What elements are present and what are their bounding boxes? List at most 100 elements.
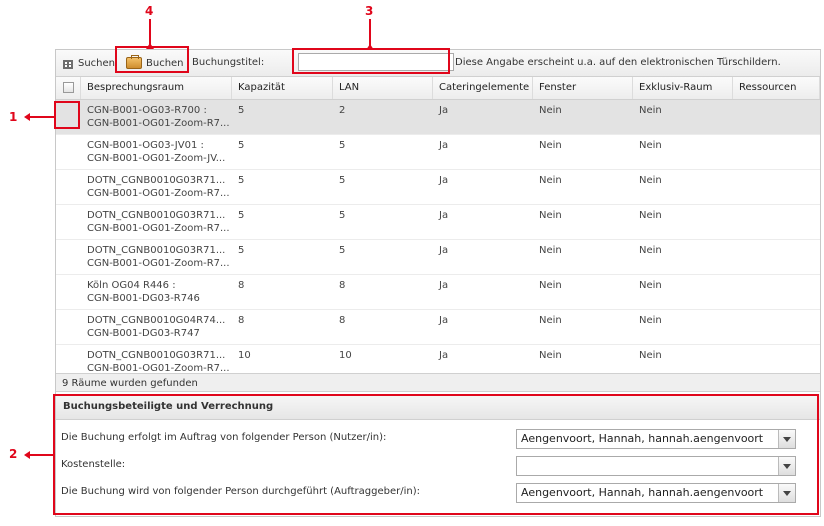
lan-cell: 5 [339,175,346,186]
booking-title-note: Diese Angabe erscheint u.a. auf den elek… [455,57,781,68]
annotation-arrow-2 [24,451,30,459]
annotation-line-2 [26,454,53,456]
window-cell: Nein [539,140,562,151]
column-header-catering[interactable]: Cateringelemente [433,77,533,99]
annotation-number-3: 3 [365,4,374,18]
lan-cell: 5 [339,210,346,221]
annotation-arrow-1 [24,113,30,121]
table-row[interactable]: Köln OG04 R446 : CGN-B001-DG03-R746 8 8 Ja Ne… [56,275,820,310]
room-name-line-1: DOTN_CGNB0010G03R71... [87,350,226,361]
catering-cell: Ja [439,105,449,116]
table-row[interactable]: ✓CGN-B001-OG03-R700 :CGN-B001-OG01-Zoom-… [56,100,820,135]
table-row[interactable]: DOTN_CGNB0010G03R71... CGN-B001-OG01-Zoom… [56,170,820,205]
lan-cell: 5 [339,140,346,151]
header-select-all-cell [56,77,81,99]
annotation-box-1 [54,101,80,129]
room-name-line-2: CGN-B001-OG01-Zoom-JV... [87,153,226,164]
room-name-line-2: CGN-B001-OG01-Zoom-R7... [87,223,230,234]
room-name-cell: CGN-B001-OG03-R700 : CGN-B001-OG01-Zoom-R… [81,104,232,130]
lan-cell: 8 [339,280,346,291]
capacity-cell: 5 [238,175,245,186]
column-header-lan[interactable]: LAN [333,77,433,99]
select-all-checkbox[interactable] [63,82,74,93]
window-cell: Nein [539,210,562,221]
catering-cell: Ja [439,245,449,256]
catering-cell: Ja [439,175,449,186]
room-name-line-1: CGN-B001-OG03-JV01 : [87,140,204,151]
room-name-line-2: CGN-B001-OG01-Zoom-R7... [87,118,230,129]
building-icon [62,58,74,69]
column-header-room[interactable]: Besprechungsraum [81,77,232,99]
annotation-number-1: 1 [9,110,18,124]
capacity-cell: 5 [238,140,245,151]
capacity-cell: 5 [238,245,245,256]
catering-cell: Ja [439,210,449,221]
table-row[interactable]: DOTN_CGNB0010G03R71... CGN-B001-OG01-Zoom… [56,240,820,275]
window-cell: Nein [539,350,562,361]
table-row[interactable]: CGN-B001-OG03-JV01 : CGN-B001-OG01-Zoom-J… [56,135,820,170]
column-header-capacity[interactable]: Kapazität [232,77,333,99]
room-name-cell: CGN-B001-OG03-JV01 : CGN-B001-OG01-Zoom-J… [81,139,232,165]
room-name-line-1: DOTN_CGNB0010G03R71... [87,175,226,186]
room-name-line-2: CGN-B001-OG01-Zoom-R7... [87,258,230,269]
annotation-arrow-4 [146,43,154,49]
catering-cell: Ja [439,315,449,326]
capacity-cell: 8 [238,280,245,291]
room-name-line-1: DOTN_CGNB0010G03R71... [87,210,226,221]
annotation-number-2: 2 [9,447,18,461]
search-button-label: Suchen [78,57,116,69]
room-name-cell: DOTN_CGNB0010G03R71... CGN-B001-OG01-Zoom… [81,244,232,270]
room-name-line-1: CGN-B001-OG03-R700 : [87,105,207,116]
window-cell: Nein [539,280,562,291]
room-name-cell: DOTN_CGNB0010G04R74... CGN-B001-DG03-R747 [81,314,232,340]
grid-header: Besprechungsraum Kapazität LAN Cateringe… [56,77,820,100]
room-name-line-2: CGN-B001-DG03-R746 [87,293,200,304]
annotation-arrow-3 [366,44,374,50]
booking-title-label: Buchungstitel: [192,57,265,68]
column-header-window[interactable]: Fenster [533,77,633,99]
capacity-cell: 8 [238,315,245,326]
room-name-cell: DOTN_CGNB0010G03R71... CGN-B001-OG01-Zoom… [81,209,232,235]
exclusive-cell: Nein [639,315,662,326]
grid-body: ✓CGN-B001-OG03-R700 :CGN-B001-OG01-Zoom-… [56,100,820,380]
exclusive-cell: Nein [639,210,662,221]
room-name-line-2: CGN-B001-OG01-Zoom-R7... [87,188,230,199]
annotation-line-4 [149,19,151,46]
exclusive-cell: Nein [639,140,662,151]
exclusive-cell: Nein [639,175,662,186]
room-name-cell: DOTN_CGNB0010G03R71... CGN-B001-OG01-Zoom… [81,174,232,200]
lan-cell: 10 [339,350,352,361]
exclusive-cell: Nein [639,105,662,116]
lan-cell: 2 [339,105,346,116]
table-row[interactable]: DOTN_CGNB0010G04R74... CGN-B001-DG03-R747… [56,310,820,345]
search-button[interactable]: Suchen [62,54,115,72]
room-name-cell: Köln OG04 R446 : CGN-B001-DG03-R746 [81,279,232,305]
column-header-resources[interactable]: Ressourcen [733,77,820,99]
window-cell: Nein [539,245,562,256]
catering-cell: Ja [439,140,449,151]
column-header-exclusive[interactable]: Exklusiv-Raum [633,77,733,99]
annotation-box-3 [292,48,450,74]
catering-cell: Ja [439,350,449,361]
window-cell: Nein [539,315,562,326]
room-name-line-2: CGN-B001-DG03-R747 [87,328,200,339]
window-cell: Nein [539,175,562,186]
catering-cell: Ja [439,280,449,291]
room-name-line-1: Köln OG04 R446 : [87,280,176,291]
room-name-line-1: DOTN_CGNB0010G04R74... [87,315,226,326]
lan-cell: 8 [339,315,346,326]
capacity-cell: 5 [238,210,245,221]
annotation-box-4 [115,46,189,73]
window-cell: Nein [539,105,562,116]
exclusive-cell: Nein [639,245,662,256]
rooms-grid: Besprechungsraum Kapazität LAN Cateringe… [56,77,820,380]
annotation-number-4: 4 [145,4,154,18]
annotation-line-1 [26,116,54,118]
exclusive-cell: Nein [639,280,662,291]
result-count: 9 Räume wurden gefunden [56,373,820,392]
table-row[interactable]: DOTN_CGNB0010G03R71... CGN-B001-OG01-Zoom… [56,205,820,240]
exclusive-cell: Nein [639,350,662,361]
capacity-cell: 10 [238,350,251,361]
annotation-box-2 [53,394,819,515]
room-name-cell: DOTN_CGNB0010G03R71... CGN-B001-OG01-Zoom… [81,349,232,375]
